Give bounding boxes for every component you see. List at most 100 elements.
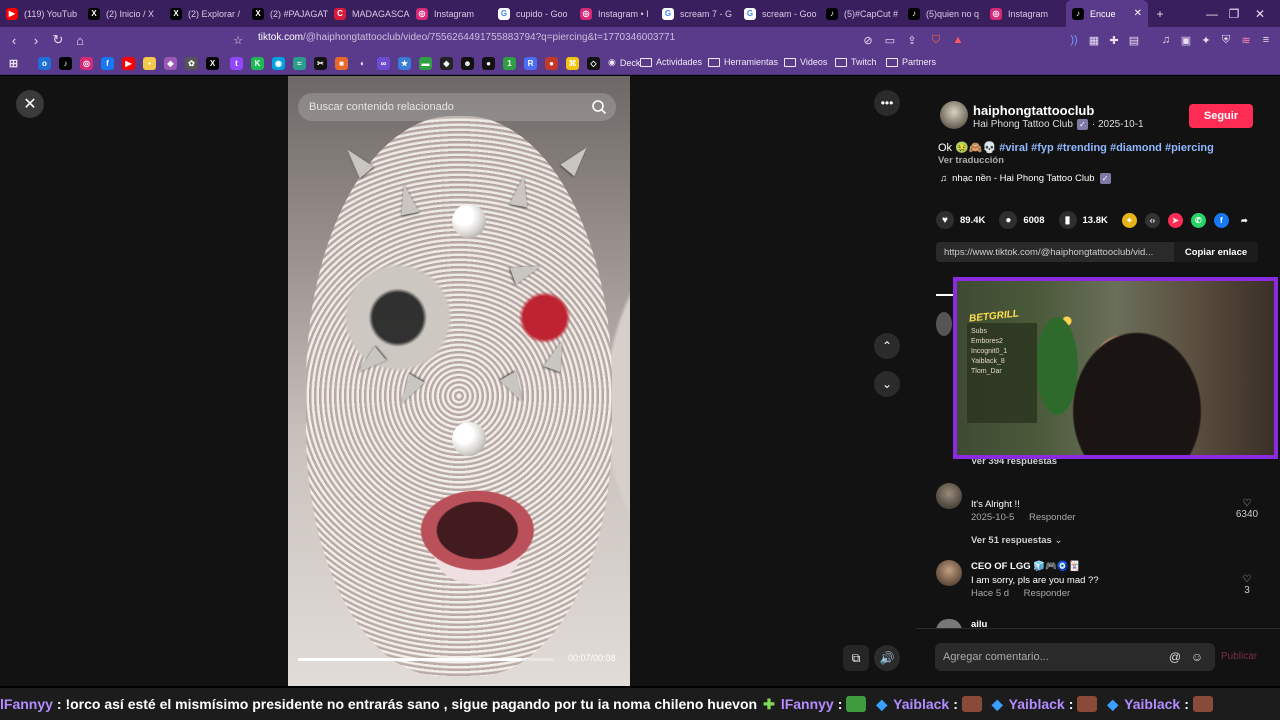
tab-12[interactable]: ◎ Instagram — [984, 0, 1066, 27]
tab-11[interactable]: ♪ (5)quien no q — [902, 0, 984, 27]
cast-icon[interactable]: ▭ — [882, 32, 898, 48]
back-icon[interactable]: ‹ — [4, 30, 24, 50]
bookmark-folder-twitch[interactable]: Twitch — [835, 57, 877, 67]
next-video-button[interactable]: ⌄ — [874, 371, 900, 397]
tab-2[interactable]: X (2) Explorar / — [164, 0, 246, 27]
hashtag-link[interactable]: #trending — [1057, 142, 1107, 154]
post-comment-button[interactable]: Publicar — [1221, 651, 1257, 662]
previous-video-button[interactable]: ⌃ — [874, 333, 900, 359]
music-link[interactable]: ♫ nhạc nền - Hai Phong Tattoo Club ✓ — [940, 173, 1111, 184]
home-icon[interactable]: ⌂ — [70, 30, 90, 50]
add-comment-input[interactable]: Agregar comentario... @ ☺ — [935, 643, 1215, 671]
sidebar-icon[interactable]: ▤ — [1126, 32, 1142, 48]
eye-off-icon[interactable]: ⊘ — [860, 32, 876, 48]
bookmark-capcut-icon[interactable]: ✂ — [314, 57, 327, 70]
tab-10[interactable]: ♪ (5)#CapCut # — [820, 0, 902, 27]
new-tab-button[interactable]: + — [1140, 0, 1180, 27]
bookmark-ai-icon[interactable]: ◉ — [272, 57, 285, 70]
whatsapp-icon[interactable]: ✆ — [1190, 212, 1206, 228]
bookmark-star-icon[interactable]: ☆ — [230, 32, 246, 48]
bookmark-folder-actividades[interactable]: Actividades — [640, 57, 702, 67]
bookmark-photos-icon[interactable]: ✿ — [185, 57, 198, 70]
audio-icon[interactable]: )) — [1066, 32, 1082, 48]
bookmark-x-icon[interactable]: X — [206, 57, 219, 70]
bookmark-shape-icon[interactable]: ≈ — [293, 57, 306, 70]
reply-button[interactable]: Responder — [1024, 588, 1070, 599]
forward-icon[interactable]: › — [26, 30, 46, 50]
url-field[interactable]: tiktok.com/@haiphongtattooclub/video/755… — [258, 32, 675, 43]
embed-icon[interactable]: ‹› — [1144, 212, 1160, 228]
tab-0[interactable]: ▶ (119) YouTub — [0, 0, 82, 27]
bookmark-fox-icon[interactable]: ◈ — [440, 57, 453, 70]
tab-1[interactable]: X (2) Inicio / X — [82, 0, 164, 27]
view-replies-link[interactable]: Ver 51 respuestas ⌄ — [971, 535, 1062, 546]
video-progress-bar[interactable] — [298, 658, 554, 661]
see-translation-link[interactable]: Ver traducción — [938, 155, 1004, 166]
comment-author[interactable]: CEO OF LGG 🧊🎮🧿🃏 — [971, 561, 1081, 572]
bookmark-facebook-icon[interactable]: f — [101, 57, 114, 70]
vpn-icon[interactable]: ⛨ — [1218, 32, 1234, 48]
wallet-icon[interactable]: ▣ — [1178, 32, 1194, 48]
hashtag-link[interactable]: #viral — [999, 142, 1028, 154]
puzzle-icon[interactable]: ✚ — [1106, 32, 1122, 48]
comment-avatar[interactable] — [936, 483, 962, 509]
close-window-icon[interactable]: ✕ — [1240, 0, 1280, 27]
author-avatar[interactable] — [940, 101, 968, 129]
reply-button[interactable]: Responder — [1029, 512, 1075, 523]
bookmark-blue-icon[interactable]: R — [524, 57, 537, 70]
brave-shield-icon[interactable]: ⛉ — [928, 32, 944, 48]
tab-3[interactable]: X (2) #PAJAGAT — [246, 0, 328, 27]
bookmark-folder-deck[interactable]: ◉ Deck — [608, 57, 640, 68]
music-icon[interactable]: ♫ — [1158, 32, 1174, 48]
related-search-input[interactable]: Buscar contenido relacionado — [298, 93, 616, 121]
share-arrow-icon[interactable]: ➦ — [1237, 213, 1252, 228]
video-player[interactable] — [288, 76, 630, 686]
bookmark-red-icon[interactable]: ● — [545, 57, 558, 70]
save-button[interactable]: ▮ 13.8K — [1058, 211, 1108, 229]
bookmark-github-icon[interactable]: ● — [482, 57, 495, 70]
apps-grid-icon[interactable]: ⊞ — [7, 57, 20, 70]
comment-avatar[interactable] — [936, 560, 962, 586]
bookmark-folder-partners[interactable]: Partners — [886, 57, 936, 67]
rewards-icon[interactable]: ▲ — [950, 32, 966, 48]
bookmark-canva-icon[interactable]: ■ — [335, 57, 348, 70]
follow-button[interactable]: Seguir — [1189, 104, 1253, 128]
bookmark-diamond-icon[interactable]: ◇ — [587, 57, 600, 70]
emoji-icon[interactable]: ☺ — [1189, 649, 1205, 665]
coin-share-icon[interactable]: ✦ — [1121, 212, 1137, 228]
hashtag-link[interactable]: #piercing — [1165, 142, 1214, 154]
more-options-button[interactable]: ••• — [874, 90, 900, 116]
close-video-button[interactable]: ✕ — [16, 90, 44, 118]
bookmark-twitch-icon[interactable]: t — [230, 57, 243, 70]
volume-button[interactable]: 🔊 — [874, 645, 900, 671]
bookmark-yellow-icon[interactable]: ⌘ — [566, 57, 579, 70]
bookmark-youtube-icon[interactable]: ▶ — [122, 57, 135, 70]
share-icon[interactable]: ⇪ — [904, 32, 920, 48]
send-share-icon[interactable]: ➤ — [1167, 212, 1183, 228]
comment-like-button[interactable]: ♡ 3 — [1232, 574, 1262, 596]
bookmark-folder-videos[interactable]: Videos — [784, 57, 827, 67]
bookmark-folder-herramientas[interactable]: Herramientas — [708, 57, 778, 67]
hashtag-link[interactable]: #fyp — [1031, 142, 1054, 154]
bookmark-instagram-icon[interactable]: ◎ — [80, 57, 93, 70]
extension-icon[interactable]: ▦ — [1086, 32, 1102, 48]
leo-icon[interactable]: ✦ — [1198, 32, 1214, 48]
pip-button[interactable]: ⧉ — [843, 645, 869, 671]
search-icon[interactable] — [591, 99, 607, 115]
comment-button[interactable]: ● 6008 — [999, 211, 1045, 229]
bookmark-face-icon[interactable]: ☻ — [461, 57, 474, 70]
author-username[interactable]: haiphongtattooclub — [973, 103, 1094, 118]
bookmark-green-icon[interactable]: 1 — [503, 57, 516, 70]
comment-like-button[interactable]: ♡ 6340 — [1232, 498, 1262, 520]
bookmark-kick-icon[interactable]: K — [251, 57, 264, 70]
bookmark-chat-icon[interactable]: ▬ — [419, 57, 432, 70]
tab-13[interactable]: ♪ Encue ✕ — [1066, 0, 1148, 27]
tab-8[interactable]: Gscream 7 - G — [656, 0, 738, 27]
tab-4[interactable]: C MADAGASCA — [328, 0, 410, 27]
copy-link-button[interactable]: Copiar enlace — [1174, 242, 1258, 262]
tab-7[interactable]: ◎ Instagram • I — [574, 0, 656, 27]
tab-6[interactable]: Gcupido - Goo — [492, 0, 574, 27]
profile-icon[interactable]: ≋ — [1238, 32, 1254, 48]
hashtag-link[interactable]: #diamond — [1110, 142, 1162, 154]
reload-icon[interactable]: ↻ — [48, 30, 68, 50]
